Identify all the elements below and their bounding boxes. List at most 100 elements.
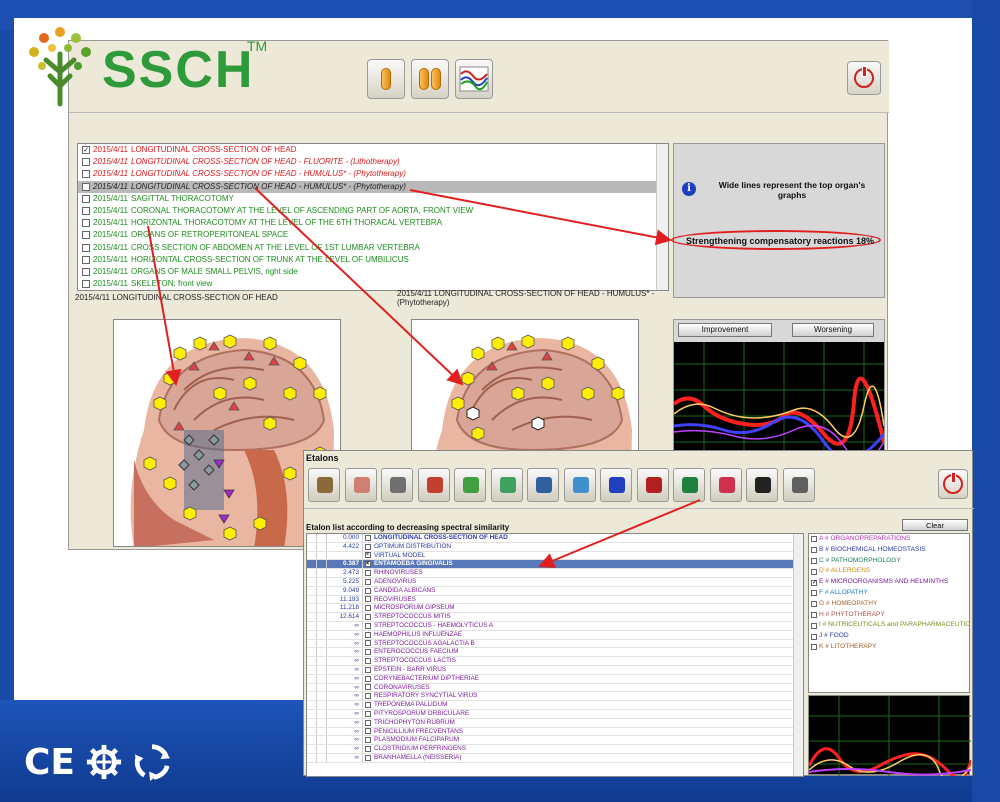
category-checkbox[interactable] [811,590,817,597]
category-item[interactable]: G # HOMEOPATHY [809,599,969,610]
category-checkbox[interactable] [811,611,817,618]
etalon-checkbox[interactable] [364,605,371,612]
category-checkbox[interactable] [811,622,817,629]
clear-button[interactable]: Clear [902,519,968,531]
etalon-checkbox[interactable] [364,684,371,691]
etalon-checkbox[interactable] [364,675,371,682]
report-checkbox[interactable]: ✓ [82,146,90,155]
etalon-row[interactable]: ∞ STREPTOCOCCUS - HAEMOLYTICUS A [307,621,803,631]
organs-button[interactable] [417,468,450,502]
etalon-row[interactable]: ∞ CORONAVIRUSES [307,683,803,693]
report-checkbox[interactable] [82,280,90,289]
etalon-checkbox[interactable] [364,622,371,629]
etalon-row[interactable]: 12.614 STREPTOCOCCUS MITIS [307,613,803,622]
category-checkbox[interactable] [811,547,817,554]
etalon-checkbox[interactable] [364,649,371,656]
etalon-checkbox[interactable] [364,702,371,709]
bottle-button[interactable] [636,468,669,502]
graph-button[interactable] [455,59,493,99]
close-button[interactable] [847,61,881,95]
etalon-row[interactable]: 2.473 RHINOVIRUSES [307,569,803,578]
etalon-checkbox[interactable]: × [364,561,371,568]
etalon-table[interactable]: 0.000 LONGITUDINAL CROSS-SECTION OF HEAD 4… [306,533,804,777]
etalon-checkbox[interactable] [364,578,371,585]
etalon-row[interactable]: × VIRTUAL MODEL [307,551,803,561]
report-list-item[interactable]: ✓ 2015/4/11 LONGITUDINAL CROSS-SECTION OF … [78,144,668,156]
category-item[interactable]: I # NUTRICEUTICALS and PARAPHARMACEUTICA… [809,620,969,631]
etalon-row[interactable]: ∞ HAEMOPHILUS INFLUENZAE [307,630,803,640]
skeleton-button[interactable] [782,468,815,502]
globe-button[interactable] [563,468,596,502]
etalon-checkbox[interactable] [364,746,371,753]
table-scrollbar[interactable] [793,534,803,776]
category-checkbox[interactable]: ✓ [811,579,817,586]
category-item[interactable]: B # BIOCHEMICAL HOMEOSTASIS [809,545,969,556]
category-checkbox[interactable] [811,557,817,564]
category-item[interactable]: A # ORGANOPREPARATIONS [809,534,969,545]
etalon-checkbox[interactable] [364,570,371,577]
etalon-row[interactable]: 0.387 × ENTAMOEBA GINGIVALIS [307,560,803,570]
report-list-item[interactable]: 2015/4/11 ORGANS OF MALE SMALL PELVIS, ri… [78,266,668,278]
gear-button[interactable] [381,468,413,502]
etalon-row[interactable]: ∞ TRICHOPHYTON RUBRUM [307,718,803,728]
category-checkbox[interactable] [811,536,817,543]
report-list-item[interactable]: 2015/4/11 LONGITUDINAL CROSS-SECTION OF H… [78,180,668,193]
report-list[interactable]: ✓ 2015/4/11 LONGITUDINAL CROSS-SECTION OF … [77,143,669,291]
category-list[interactable]: A # ORGANOPREPARATIONS B # BIOCHEMICAL HO… [808,533,970,693]
etalon-checkbox[interactable] [364,596,371,603]
report-checkbox[interactable] [82,194,90,203]
etalon-checkbox[interactable] [364,534,371,541]
etalon-row[interactable]: ∞ STREPTOCOCCUS LACTIS [307,657,803,666]
report-checkbox[interactable] [82,231,90,240]
etalon-row[interactable]: ∞ CORYNEBACTERIUM DIPTHERIAE [307,674,803,684]
etalon-checkbox[interactable] [364,614,371,621]
etalon-checkbox[interactable] [364,631,371,638]
tools-button[interactable] [308,468,340,502]
report-checkbox[interactable] [82,170,90,179]
report-list-item[interactable]: 2015/4/11 LONGITUDINAL CROSS-SECTION OF H… [78,156,668,168]
report-checkbox[interactable] [82,158,90,167]
report-list-item[interactable]: 2015/4/11 HORIZONTAL THORACOTOMY AT THE L… [78,217,668,229]
category-item[interactable]: ✓ E # MICROORGANISMS AND HELMINTHS [809,577,969,588]
etalon-row[interactable]: ∞ STREPTOCOCCUS AGALACTIA B [307,639,803,649]
report-checkbox[interactable] [82,182,90,191]
category-checkbox[interactable] [811,568,817,575]
etalon-checkbox[interactable] [364,754,371,761]
etalon-checkbox[interactable] [364,719,371,726]
etalon-row[interactable]: ∞ RESPIRATORY SYNCYTIAL VIRUS [307,692,803,702]
compare-button[interactable] [490,468,523,502]
etalon-checkbox[interactable]: × [364,552,371,559]
etalon-checkbox[interactable] [364,728,371,735]
etalon-checkbox[interactable] [364,658,371,665]
graph-button[interactable] [600,468,632,502]
heart-button[interactable] [709,468,742,502]
etalon-row[interactable]: ∞ EPSTEIN - BARR VIRUS [307,665,803,675]
etalon-row[interactable]: ∞ CLOSTRIDIUM PERFRINGENS [307,745,803,754]
etalon-row[interactable]: ∞ BRANHAMELLA (NEISSERIA) [307,753,803,763]
etalon-row[interactable]: ∞ PENICILLIUM FRECVENTANS [307,727,803,737]
report-checkbox[interactable] [82,219,90,228]
report-list-item[interactable]: 2015/4/11 HORIZONTAL CROSS-SECTION OF TRU… [78,254,668,266]
improvement-button[interactable]: Improvement [678,323,772,337]
etalon-checkbox[interactable] [364,543,371,550]
report-checkbox[interactable] [82,255,90,264]
etalon-checkbox[interactable] [364,737,371,744]
report-checkbox[interactable] [82,267,90,276]
etalon-row[interactable]: ∞ PITYROSPORUM ORBICULARE [307,709,803,719]
category-item[interactable]: C # PATHOMORPHOLOGY [809,556,969,567]
stone-button[interactable] [746,468,778,502]
category-item[interactable]: F # ALLOPATHY [809,588,969,599]
category-checkbox[interactable] [811,601,817,608]
report-checkbox[interactable] [82,207,90,216]
etalons-close-button[interactable] [938,469,968,499]
etalon-checkbox[interactable] [364,693,371,700]
etalon-checkbox[interactable] [364,587,371,594]
report-list-item[interactable]: 2015/4/11 SAGITTAL THORACOTOMY [78,193,668,205]
category-checkbox[interactable] [811,633,817,640]
etalon-row[interactable]: 0.000 LONGITUDINAL CROSS-SECTION OF HEAD [307,534,803,543]
etalon-row[interactable]: 5.225 ADENOVIRUS [307,577,803,587]
report-list-item[interactable]: 2015/4/11 LONGITUDINAL CROSS-SECTION OF H… [78,168,668,180]
category-checkbox[interactable] [811,644,817,651]
category-item[interactable]: J # FOOD [809,631,969,642]
etalon-row[interactable]: ∞ ENTEROCOCCUS FAECIUM [307,648,803,658]
